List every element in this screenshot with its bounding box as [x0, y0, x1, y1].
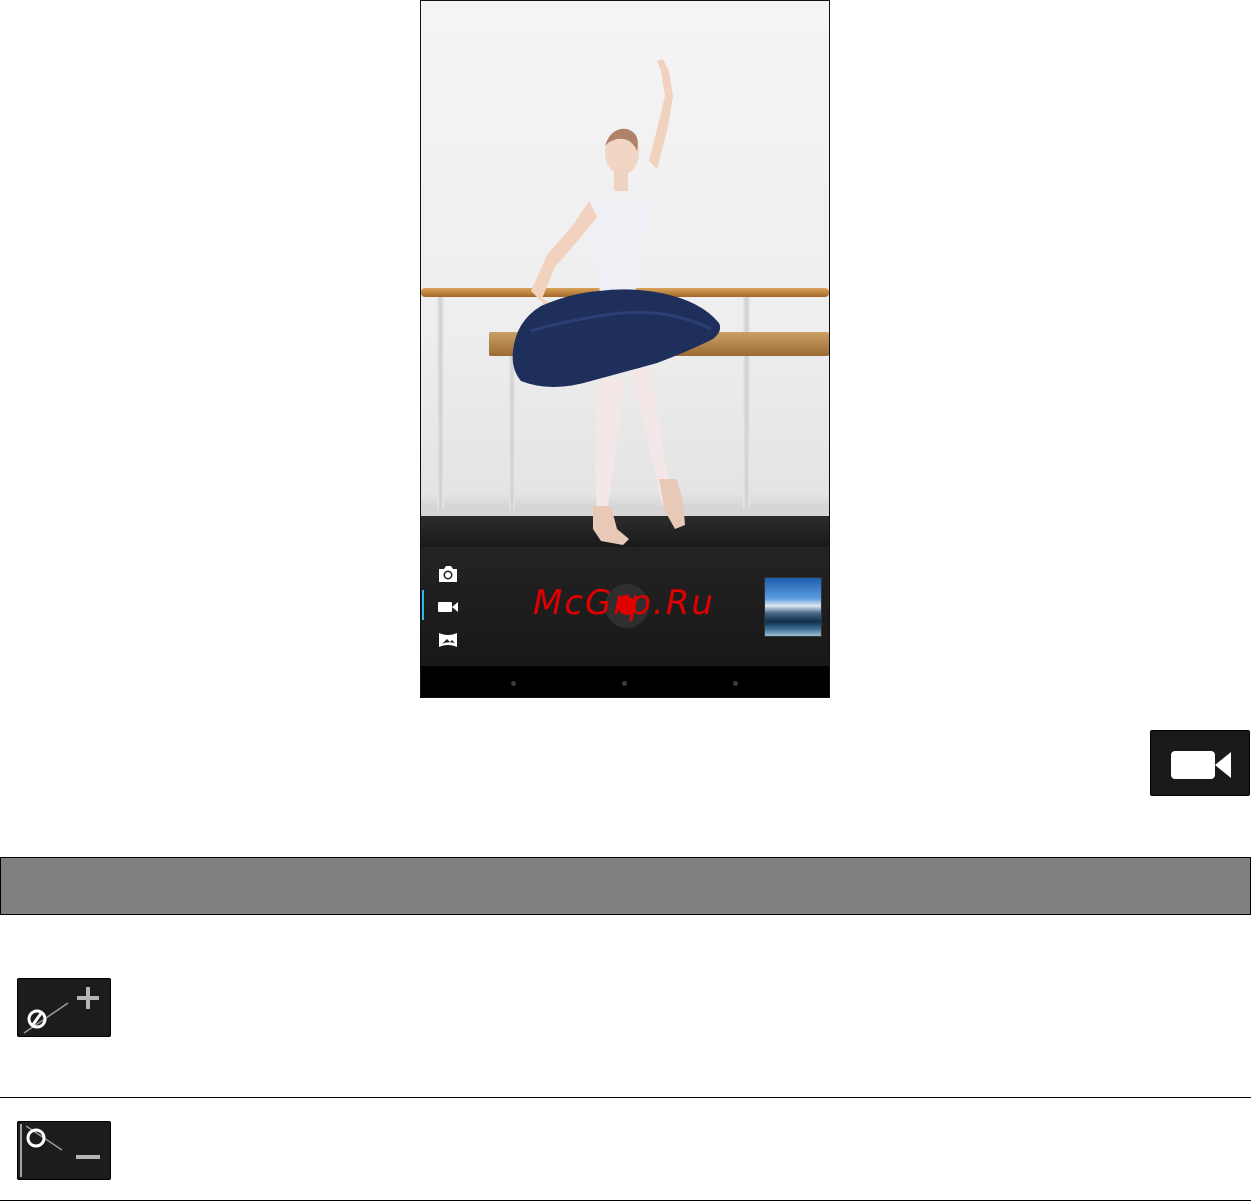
video-camera-icon: [1171, 751, 1231, 779]
camera-icon[interactable]: [437, 565, 459, 583]
panorama-icon[interactable]: [437, 631, 459, 649]
navigation-bar: [421, 666, 829, 697]
video-camera-icon[interactable]: [437, 598, 459, 616]
table-header-bar: [0, 857, 1251, 915]
camera-app-screenshot: McGrp.Ru: [420, 0, 830, 698]
zoom-in-icon-chip: [17, 978, 111, 1037]
ballerina-photo: [512, 59, 721, 545]
viewfinder[interactable]: [421, 1, 829, 547]
active-mode-indicator: [422, 590, 424, 620]
table-divider: [0, 1200, 1251, 1201]
table-divider: [0, 1097, 1251, 1098]
zoom-out-icon-chip: [17, 1121, 111, 1180]
nav-recents-dot[interactable]: [733, 681, 738, 686]
camera-controls-bar: McGrp.Ru: [421, 547, 829, 666]
nav-back-dot[interactable]: [511, 681, 516, 686]
nav-home-dot[interactable]: [622, 681, 627, 686]
zoom-out-icon: [20, 1124, 100, 1177]
zoom-in-icon: [23, 987, 99, 1034]
gallery-thumbnail[interactable]: [764, 577, 822, 637]
video-mode-icon-chip: [1150, 730, 1250, 796]
watermark-text: McGrp.Ru: [533, 583, 715, 623]
